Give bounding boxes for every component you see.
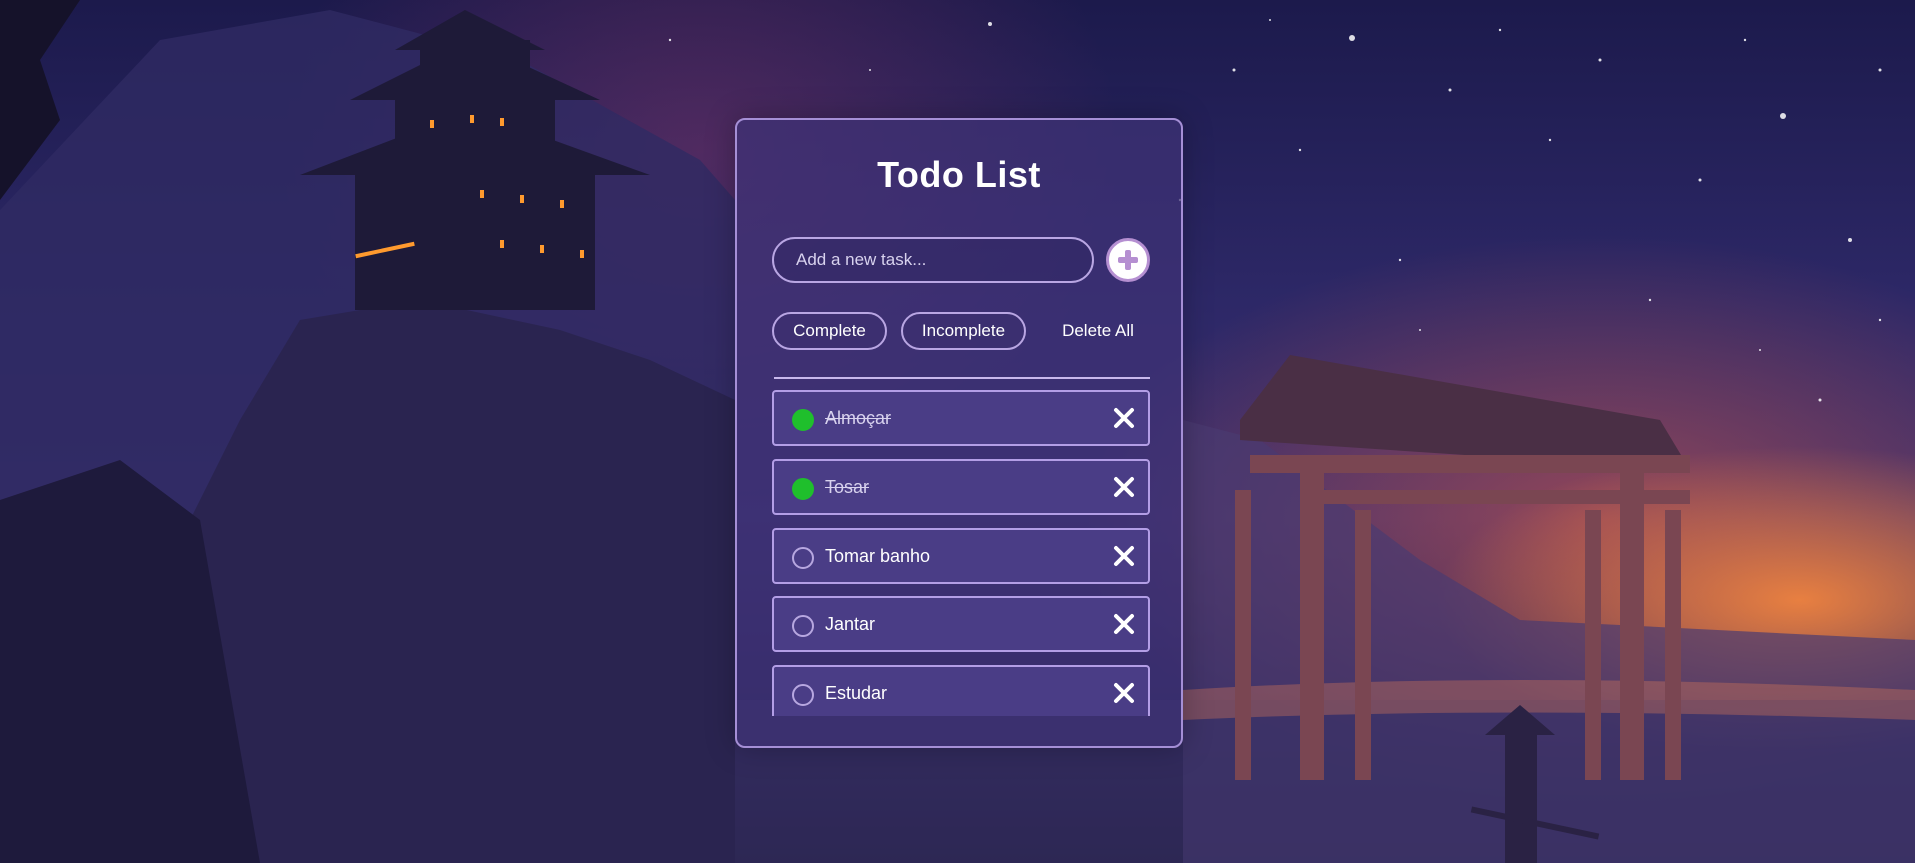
filter-complete-label: Complete — [793, 321, 866, 340]
plus-icon — [1118, 250, 1138, 270]
task-label: Jantar — [825, 614, 876, 634]
task-label: Tosar — [825, 477, 870, 497]
task-status-toggle[interactable] — [792, 615, 814, 637]
filter-incomplete-label: Incomplete — [921, 321, 1006, 340]
delete-all-button[interactable]: Delete All — [1045, 312, 1151, 350]
task-item: Jantar — [772, 596, 1150, 652]
close-icon[interactable] — [1112, 475, 1136, 499]
todo-card: Todo List Complete Incomplete Delete All… — [735, 118, 1183, 748]
close-icon[interactable] — [1112, 544, 1136, 568]
task-status-toggle[interactable] — [792, 478, 814, 500]
close-icon[interactable] — [1112, 612, 1136, 636]
new-task-input[interactable] — [772, 237, 1094, 283]
filter-complete-button[interactable]: Complete — [772, 312, 887, 350]
task-label: Tomar banho — [825, 546, 931, 566]
app-title: Todo List — [877, 154, 1041, 195]
close-icon[interactable] — [1112, 681, 1136, 705]
task-label: Almoçar — [825, 408, 892, 428]
task-label: Estudar — [825, 683, 888, 703]
task-status-toggle[interactable] — [792, 684, 814, 706]
add-task-button[interactable] — [1106, 238, 1150, 282]
task-status-toggle[interactable] — [792, 409, 814, 431]
task-status-toggle[interactable] — [792, 547, 814, 569]
task-item: Tosar — [772, 459, 1150, 515]
task-item: Almoçar — [772, 390, 1150, 446]
delete-all-label: Delete All — [1062, 321, 1134, 340]
close-icon[interactable] — [1112, 406, 1136, 430]
task-list: Almoçar Tosar Tomar banho Jantar Estudar — [772, 390, 1150, 716]
task-item: Estudar — [772, 665, 1150, 716]
divider — [774, 377, 1150, 379]
task-item: Tomar banho — [772, 528, 1150, 584]
filter-incomplete-button[interactable]: Incomplete — [901, 312, 1026, 350]
